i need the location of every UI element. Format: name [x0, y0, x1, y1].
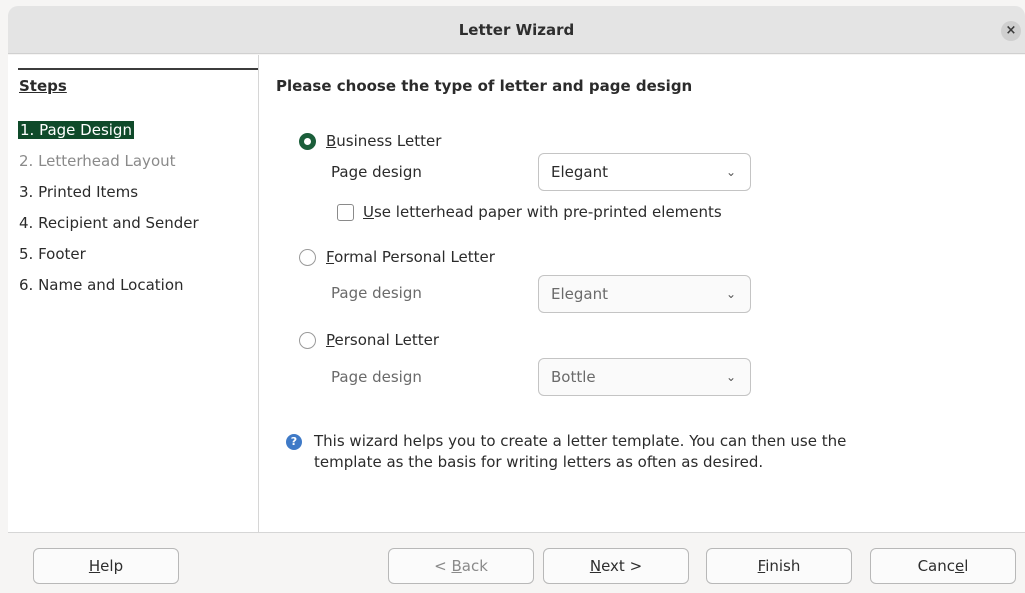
- business-letter-radio[interactable]: [299, 132, 316, 150]
- steps-divider: [18, 68, 265, 70]
- business-page-design-label: Page design: [331, 163, 422, 181]
- chevron-down-icon: ⌄: [725, 370, 736, 384]
- formal-page-design-label: Page design: [331, 284, 422, 302]
- letterhead-label[interactable]: Use letterhead paper with pre-printed el…: [363, 203, 722, 221]
- step-recipient-and-sender[interactable]: 4. Recipient and Sender: [19, 214, 199, 232]
- cancel-button[interactable]: Cancel: [870, 548, 1016, 584]
- chevron-down-icon: ⌄: [725, 165, 736, 179]
- formal-personal-letter-label[interactable]: Formal Personal Letter: [326, 248, 495, 266]
- page-design-panel: Please choose the type of letter and pag…: [258, 55, 1025, 532]
- help-button[interactable]: Help: [33, 548, 179, 584]
- letterhead-option[interactable]: Use letterhead paper with pre-printed el…: [337, 203, 722, 221]
- back-button: < Back: [388, 548, 534, 584]
- business-page-design-select[interactable]: Elegant ⌄: [538, 153, 751, 191]
- info-text: This wizard helps you to create a letter…: [314, 431, 846, 473]
- letterhead-checkbox[interactable]: [337, 203, 354, 221]
- title-bar: Letter Wizard ×: [8, 6, 1025, 54]
- formal-personal-letter-option[interactable]: Formal Personal Letter: [299, 248, 495, 266]
- formal-personal-letter-radio[interactable]: [299, 248, 316, 266]
- business-letter-label[interactable]: Business Letter: [326, 132, 441, 150]
- personal-page-design-value: Bottle: [551, 368, 596, 386]
- formal-page-design-select[interactable]: Elegant ⌄: [538, 275, 751, 313]
- steps-heading: Steps: [19, 77, 67, 95]
- panel-heading: Please choose the type of letter and pag…: [276, 77, 693, 95]
- step-page-design[interactable]: 1. Page Design: [18, 121, 134, 139]
- info-message: ? This wizard helps you to create a lett…: [286, 431, 926, 473]
- window-title: Letter Wizard: [458, 21, 575, 39]
- info-text-line-2: template as the basis for writing letter…: [314, 453, 764, 471]
- step-letterhead-layout: 2. Letterhead Layout: [19, 152, 176, 170]
- chevron-down-icon: ⌄: [725, 287, 736, 301]
- personal-letter-radio[interactable]: [299, 331, 316, 349]
- info-text-line-1: This wizard helps you to create a letter…: [314, 432, 847, 450]
- business-letter-option[interactable]: Business Letter: [299, 132, 441, 150]
- next-button[interactable]: Next >: [543, 548, 689, 584]
- letter-wizard-window: Letter Wizard × Steps 1. Page Design 2. …: [0, 0, 1025, 593]
- step-name-and-location[interactable]: 6. Name and Location: [19, 276, 184, 294]
- step-footer[interactable]: 5. Footer: [19, 245, 86, 263]
- close-icon[interactable]: ×: [1001, 21, 1021, 41]
- business-page-design-value: Elegant: [551, 163, 608, 181]
- steps-sidebar: Steps 1. Page Design 2. Letterhead Layou…: [8, 55, 265, 532]
- personal-page-design-select[interactable]: Bottle ⌄: [538, 358, 751, 396]
- finish-button[interactable]: Finish: [706, 548, 852, 584]
- info-icon: ?: [286, 434, 302, 450]
- personal-page-design-label: Page design: [331, 368, 422, 386]
- personal-letter-option[interactable]: Personal Letter: [299, 331, 439, 349]
- formal-page-design-value: Elegant: [551, 285, 608, 303]
- personal-letter-label[interactable]: Personal Letter: [326, 331, 439, 349]
- button-bar-divider: [8, 532, 1025, 533]
- step-printed-items[interactable]: 3. Printed Items: [19, 183, 138, 201]
